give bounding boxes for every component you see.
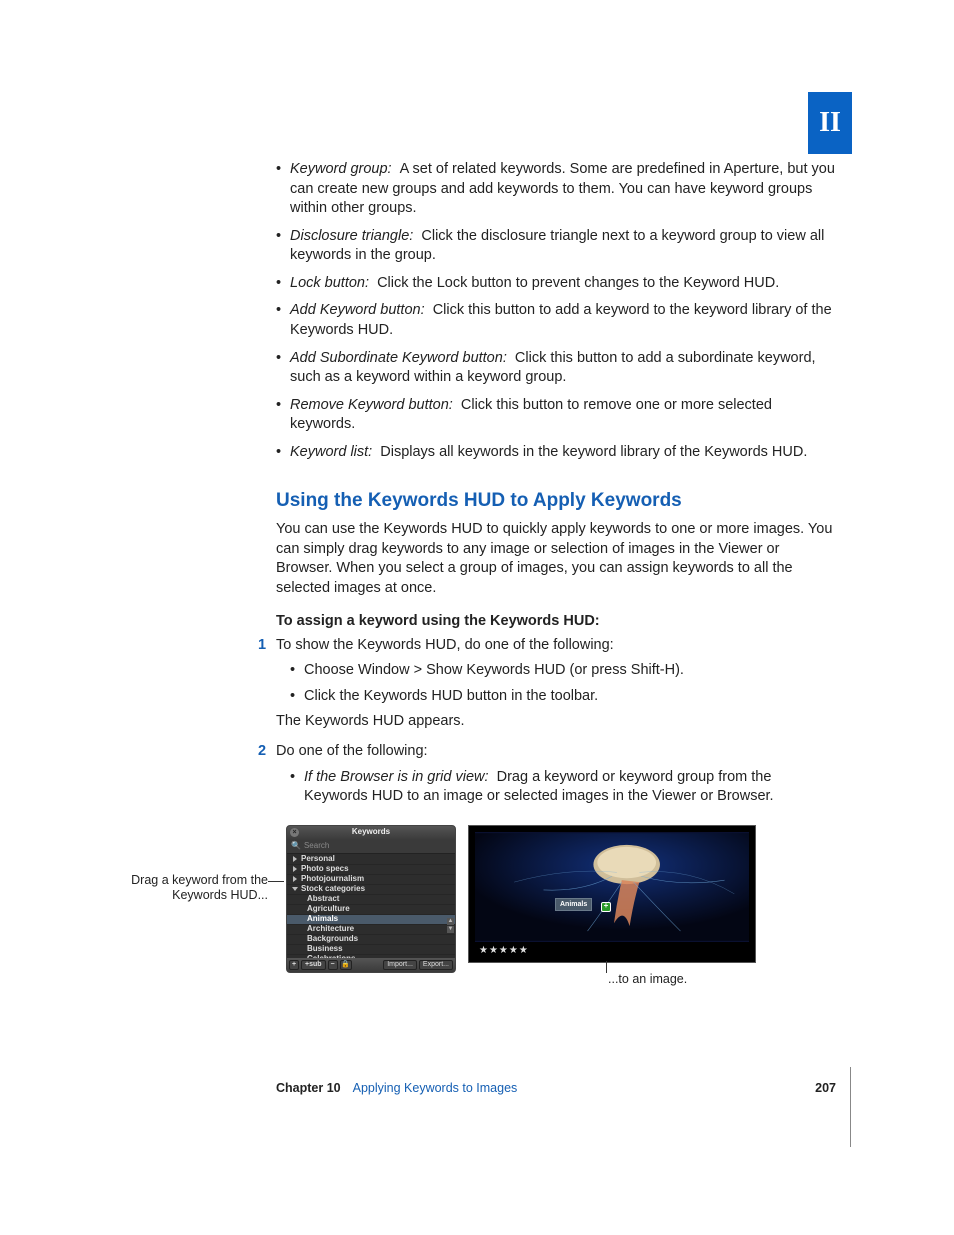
hud-search[interactable]: 🔍 Search [287, 840, 455, 854]
scroll-up-icon[interactable]: ▲ [447, 918, 454, 925]
jellyfish-illustration [475, 832, 749, 942]
chapter-title: Applying Keywords to Images [353, 1080, 518, 1097]
step-text: To show the Keywords HUD, do one of the … [276, 637, 614, 653]
task-heading: To assign a keyword using the Keywords H… [276, 612, 836, 632]
def-item: Add Keyword button: Click this button to… [276, 301, 836, 340]
export-button[interactable]: Export... [419, 960, 453, 970]
rating-stars[interactable]: ★★★★★ [479, 944, 529, 958]
def-term: Add Subordinate Keyword button: [290, 350, 507, 366]
def-term: Disclosure triangle: [290, 228, 413, 244]
step-item: 1 To show the Keywords HUD, do one of th… [276, 636, 836, 732]
def-desc: Displays all keywords in the keyword lib… [380, 444, 807, 460]
hud-keyword-list[interactable]: Personal Photo specs Photojournalism Sto… [287, 854, 455, 973]
hud-footer: + +sub − 🔒 Import... Export... [287, 958, 455, 972]
step-item: 2 Do one of the following: If the Browse… [276, 742, 836, 807]
content-column: Keyword group: A set of related keywords… [276, 160, 836, 807]
def-item: Disclosure triangle: Click the disclosur… [276, 227, 836, 266]
figure-callout-left: Drag a keyword from the Keywords HUD... [118, 873, 268, 904]
step-bullets: If the Browser is in grid view: Drag a k… [290, 768, 836, 807]
disclosure-triangle-icon[interactable] [292, 887, 298, 891]
drop-plus-icon: + [601, 902, 611, 912]
step-text: Do one of the following: [276, 743, 428, 759]
step-number: 1 [258, 636, 266, 656]
add-subordinate-keyword-button[interactable]: +sub [301, 960, 326, 970]
def-term: Remove Keyword button: [290, 397, 453, 413]
step-number: 2 [258, 742, 266, 762]
hud-titlebar[interactable]: × Keywords [287, 826, 455, 840]
callout-leader-line [606, 961, 607, 973]
chapter-label: Chapter 10 [276, 1080, 341, 1097]
keywords-hud[interactable]: × Keywords 🔍 Search Personal Photo specs… [286, 825, 456, 973]
step-bullets: Choose Window > Show Keywords HUD (or pr… [290, 661, 836, 706]
definition-list: Keyword group: A set of related keywords… [276, 160, 836, 462]
bullet-term: If the Browser is in grid view: [304, 769, 489, 785]
def-term: Keyword list: [290, 444, 372, 460]
image-preview[interactable]: Animals + ★★★★★ [468, 825, 756, 963]
step-bullet: If the Browser is in grid view: Drag a k… [290, 768, 836, 807]
figure-callout-bottom: ...to an image. [608, 971, 687, 988]
def-term: Lock button: [290, 275, 369, 291]
hud-title: Keywords [352, 827, 390, 838]
step-bullet: Choose Window > Show Keywords HUD (or pr… [290, 661, 836, 681]
def-term: Add Keyword button: [290, 302, 425, 318]
scroll-down-icon[interactable]: ▼ [447, 926, 454, 933]
disclosure-triangle-icon[interactable] [293, 856, 297, 862]
def-item: Lock button: Click the Lock button to pr… [276, 274, 836, 294]
hud-scrollbar[interactable]: ▲ ▼ [447, 918, 454, 933]
lock-icon[interactable]: 🔒 [340, 960, 352, 970]
callout-text: ...to an image. [608, 972, 687, 986]
add-keyword-button[interactable]: + [289, 960, 299, 970]
def-item: Add Subordinate Keyword button: Click th… [276, 349, 836, 388]
callout-text: Keywords HUD... [172, 888, 268, 902]
step-tail: The Keywords HUD appears. [276, 712, 836, 732]
step-bullet: Click the Keywords HUD button in the too… [290, 687, 836, 707]
import-button[interactable]: Import... [383, 960, 417, 970]
def-term: Keyword group: [290, 161, 392, 177]
def-item: Keyword list: Displays all keywords in t… [276, 443, 836, 463]
callout-text: Drag a keyword from the [131, 873, 268, 887]
image-thumbnail[interactable]: Animals + [475, 832, 749, 942]
def-item: Keyword group: A set of related keywords… [276, 160, 836, 219]
section-heading: Using the Keywords HUD to Apply Keywords [276, 488, 836, 514]
section-intro: You can use the Keywords HUD to quickly … [276, 520, 836, 598]
drag-ghost-label: Animals [555, 898, 592, 911]
close-icon[interactable]: × [290, 828, 299, 837]
folio-rule [850, 1067, 851, 1147]
page-number: 207 [815, 1080, 836, 1097]
part-tab: II [808, 92, 852, 154]
search-icon: 🔍 [291, 841, 301, 852]
callout-leader-line [268, 881, 284, 882]
remove-keyword-button[interactable]: − [328, 960, 338, 970]
figure: Drag a keyword from the Keywords HUD... … [118, 825, 838, 995]
disclosure-triangle-icon[interactable] [293, 866, 297, 872]
search-placeholder: Search [304, 841, 329, 852]
disclosure-triangle-icon[interactable] [293, 876, 297, 882]
def-item: Remove Keyword button: Click this button… [276, 396, 836, 435]
step-list: 1 To show the Keywords HUD, do one of th… [276, 636, 836, 807]
def-desc: Click the Lock button to prevent changes… [377, 275, 779, 291]
page-footer: Chapter 10 Applying Keywords to Images 2… [276, 1080, 836, 1097]
